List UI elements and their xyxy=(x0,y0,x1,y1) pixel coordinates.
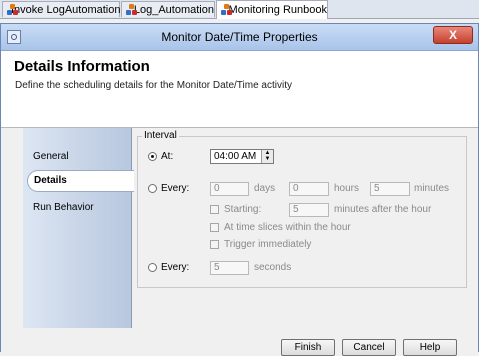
at-radio[interactable] xyxy=(148,152,157,161)
spin-down-icon: ▼ xyxy=(264,156,271,162)
dialog-header: Details Information Define the schedulin… xyxy=(1,51,478,128)
at-label: At: xyxy=(161,151,174,162)
tab-label: Invoke LogAutomation xyxy=(11,3,121,16)
sidebar: General Details Run Behavior xyxy=(23,128,134,328)
starting-checkbox[interactable] xyxy=(210,205,219,214)
dialog-body: General Details Run Behavior Interval At… xyxy=(1,128,478,356)
starting-label: Starting: xyxy=(224,204,262,215)
seconds-unit: seconds xyxy=(254,262,292,273)
time-slices-checkbox[interactable] xyxy=(210,223,219,232)
at-time-input[interactable]: 04:00 AM ▲ ▼ xyxy=(210,149,274,164)
every-seconds-label: Every: xyxy=(161,262,190,273)
interval-legend: Interval xyxy=(142,130,179,141)
seconds-field[interactable]: 5 xyxy=(210,261,249,275)
sidebar-item-general[interactable]: General xyxy=(33,151,69,162)
hours-field[interactable]: 0 xyxy=(289,182,329,196)
sidebar-item-details[interactable]: Details xyxy=(27,170,134,192)
cancel-button[interactable]: Cancel xyxy=(342,339,396,356)
at-time-value: 04:00 AM xyxy=(214,151,257,162)
page-title: Details Information xyxy=(14,58,150,75)
runbook-icon xyxy=(126,3,137,16)
tab-label: Monitoring Runbook xyxy=(228,4,327,16)
finish-button[interactable]: Finish xyxy=(281,339,335,356)
every-seconds-radio[interactable] xyxy=(148,263,157,272)
days-unit: days xyxy=(254,183,276,194)
dialog-titlebar[interactable]: Monitor Date/Time Properties X xyxy=(1,24,478,51)
tab-log-automation[interactable]: Log_Automation xyxy=(121,1,215,17)
help-button[interactable]: Help xyxy=(403,339,457,356)
minutes-unit: minutes xyxy=(414,183,450,194)
tab-label: Log_Automation xyxy=(133,3,214,16)
every-label: Every: xyxy=(161,183,190,194)
properties-dialog: Monitor Date/Time Properties X Details I… xyxy=(0,23,479,356)
days-field[interactable]: 0 xyxy=(210,182,249,196)
tab-invoke-logautomation[interactable]: Invoke LogAutomation xyxy=(2,1,120,17)
time-slices-label: At time slices within the hour xyxy=(224,222,351,233)
time-spinner[interactable]: ▲ ▼ xyxy=(261,150,273,163)
document-tabstrip: Invoke LogAutomation Log_Automation Moni… xyxy=(0,0,479,19)
every-radio[interactable] xyxy=(148,184,157,193)
dialog-title: Monitor Date/Time Properties xyxy=(161,30,318,44)
sidebar-item-run-behavior[interactable]: Run Behavior xyxy=(33,202,94,213)
runbook-icon xyxy=(221,4,232,16)
hours-unit: hours xyxy=(334,183,360,194)
page-subtitle: Define the scheduling details for the Mo… xyxy=(15,80,292,91)
tab-monitoring-runbook[interactable]: Monitoring Runbook xyxy=(216,0,328,19)
starting-field[interactable]: 5 xyxy=(289,203,329,217)
close-button[interactable]: X xyxy=(433,26,473,44)
trigger-immediately-label: Trigger immediately xyxy=(224,239,312,250)
trigger-immediately-checkbox[interactable] xyxy=(210,240,219,249)
starting-suffix: minutes after the hour xyxy=(334,204,432,215)
minutes-field[interactable]: 5 xyxy=(370,182,410,196)
interval-groupbox: Interval At: 04:00 AM ▲ ▼ Every: 0 days … xyxy=(137,130,467,288)
